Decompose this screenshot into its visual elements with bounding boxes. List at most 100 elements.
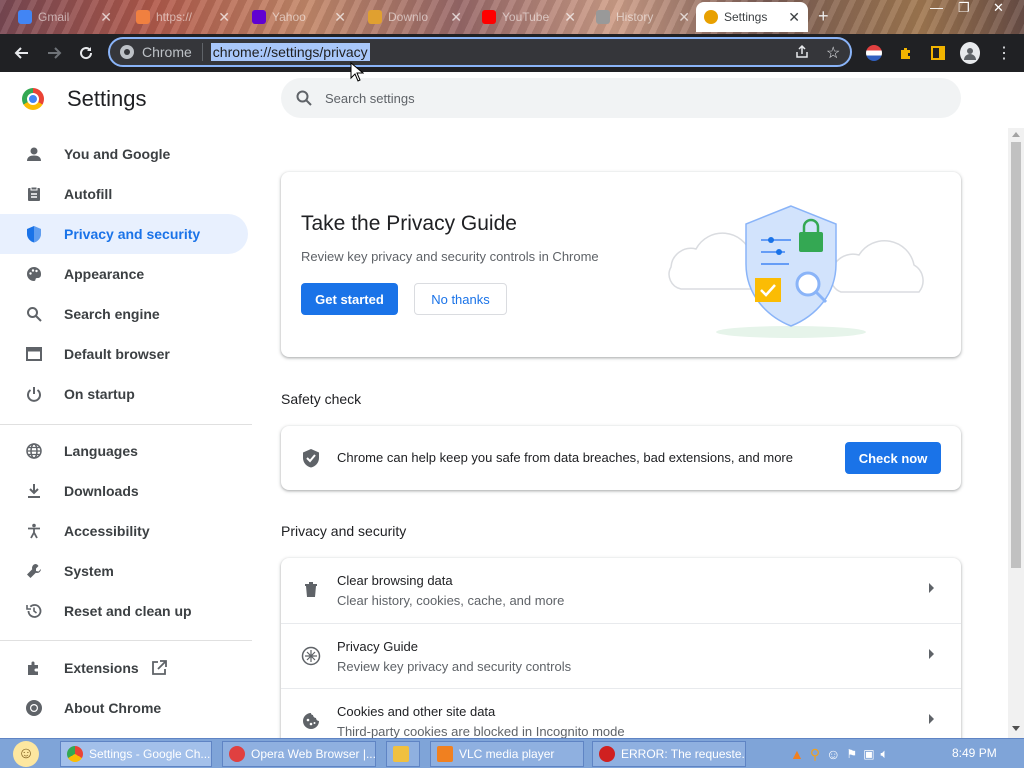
back-icon[interactable] — [12, 43, 32, 63]
privacy-settings-list: Clear browsing data Clear history, cooki… — [281, 558, 961, 738]
search-input[interactable]: Search settings — [281, 78, 961, 118]
taskbar-item-error[interactable]: ERROR: The requeste... — [592, 741, 746, 767]
tab-settings[interactable]: Settings ✕ — [696, 2, 808, 32]
star-icon[interactable]: ☆ — [826, 43, 840, 63]
sidebar-item-you-and-google[interactable]: You and Google — [0, 134, 248, 174]
list-item-cookies[interactable]: Cookies and other site data Third-party … — [281, 688, 961, 738]
sidebar-divider — [0, 424, 252, 425]
system-tray: ▲ ⚲ ☺ ⚑ ▣ 🔈︎ — [790, 741, 888, 767]
tab-yahoo[interactable]: Yahoo ✕ — [244, 2, 354, 32]
sidebar-divider — [0, 640, 252, 641]
emoji-tray-icon[interactable]: ☺ — [826, 746, 840, 762]
tab-label: YouTube — [502, 10, 550, 24]
palette-icon — [24, 264, 44, 284]
tab-label: Settings — [724, 10, 768, 24]
sidebar-item-autofill[interactable]: Autofill — [0, 174, 248, 214]
sidebar-item-label: Autofill — [64, 186, 113, 202]
chrome-icon — [120, 45, 134, 59]
list-item-subtitle: Review key privacy and security controls — [337, 659, 572, 674]
sidebar-icon[interactable] — [928, 43, 948, 63]
shield-icon — [24, 224, 44, 244]
close-icon[interactable]: ✕ — [450, 9, 462, 26]
sidebar-item-extensions[interactable]: Extensions — [0, 648, 248, 688]
check-now-button[interactable]: Check now — [845, 442, 941, 474]
sidebar-item-languages[interactable]: Languages — [0, 431, 248, 471]
close-icon[interactable]: ✕ — [334, 9, 346, 26]
page-scrollbar[interactable] — [1008, 128, 1024, 738]
sidebar-item-label: Privacy and security — [64, 226, 201, 242]
tab-label: Gmail — [38, 10, 70, 24]
list-item-title: Cookies and other site data — [337, 704, 496, 719]
taskbar-item-folder[interactable] — [386, 741, 420, 767]
wrench-icon — [24, 561, 44, 581]
sidebar-item-privacy-and-security[interactable]: Privacy and security — [0, 214, 248, 254]
tab-gmail[interactable]: Gmail ✕ — [10, 2, 120, 32]
extensions-puzzle-icon[interactable] — [896, 43, 916, 63]
window-close-icon[interactable]: ✕ — [993, 0, 1004, 16]
close-icon[interactable]: ✕ — [788, 9, 800, 26]
clipboard-icon — [24, 184, 44, 204]
sidebar-item-system[interactable]: System — [0, 551, 248, 591]
taskbar-item-chrome[interactable]: Settings - Google Ch... — [60, 741, 212, 767]
list-item-clear-browsing-data[interactable]: Clear browsing data Clear history, cooki… — [281, 558, 961, 623]
sidebar-item-appearance[interactable]: Appearance — [0, 254, 248, 294]
page-title: Settings — [67, 86, 147, 111]
close-icon[interactable]: ✕ — [678, 9, 690, 26]
no-thanks-button[interactable]: No thanks — [414, 283, 507, 315]
start-button[interactable]: ☺ — [4, 739, 48, 768]
sidebar-item-label: Appearance — [64, 266, 145, 282]
chrome-icon — [67, 746, 83, 762]
taskbar-item-opera[interactable]: Opera Web Browser |... — [222, 741, 376, 767]
share-icon[interactable] — [794, 44, 810, 65]
trash-icon — [301, 580, 321, 600]
close-icon[interactable]: ✕ — [218, 9, 230, 26]
reload-icon[interactable] — [76, 43, 96, 63]
list-item-title: Clear browsing data — [337, 573, 453, 588]
get-started-button[interactable]: Get started — [301, 283, 398, 315]
tab-https[interactable]: https:// ✕ — [128, 2, 238, 32]
site-chip[interactable]: Chrome — [120, 43, 203, 61]
history-icon — [24, 601, 44, 621]
avatar[interactable] — [960, 42, 980, 64]
sidebar-item-on-startup[interactable]: On startup — [0, 374, 248, 414]
sidebar-item-reset[interactable]: Reset and clean up — [0, 591, 248, 631]
site-icon — [136, 10, 150, 24]
taskbar-item-label: ERROR: The requeste... — [621, 747, 746, 761]
forward-icon[interactable] — [44, 43, 64, 63]
scroll-thumb[interactable] — [1011, 142, 1021, 568]
new-tab-button[interactable]: + — [818, 6, 829, 27]
sidebar-item-default-browser[interactable]: Default browser — [0, 334, 248, 374]
minimize-icon[interactable]: — — [930, 0, 943, 15]
menu-kebab-icon[interactable]: ⋮ — [994, 43, 1014, 63]
vlc-tray-icon[interactable]: ▲ — [790, 746, 804, 762]
taskbar-item-vlc[interactable]: VLC media player — [430, 741, 584, 767]
network-error-icon[interactable]: ⚑ — [846, 747, 857, 761]
chrome-icon — [24, 698, 44, 718]
sidebar-item-downloads[interactable]: Downloads — [0, 471, 248, 511]
tab-downloads[interactable]: Downlo ✕ — [360, 2, 470, 32]
youtube-icon — [482, 10, 496, 24]
shield-check-icon — [302, 448, 320, 473]
safety-check-text: Chrome can help keep you safe from data … — [337, 450, 793, 465]
sidebar-item-accessibility[interactable]: Accessibility — [0, 511, 248, 551]
restore-icon[interactable]: ❐ — [958, 0, 970, 16]
power-icon — [24, 384, 44, 404]
close-icon[interactable]: ✕ — [564, 9, 576, 26]
close-icon[interactable]: ✕ — [100, 9, 112, 26]
scroll-down-arrow[interactable] — [1012, 726, 1020, 731]
profile-flag-icon[interactable] — [864, 43, 884, 63]
sidebar-item-label: Search engine — [64, 306, 160, 322]
volume-icon[interactable]: 🔈︎ — [881, 746, 889, 762]
url-text[interactable]: chrome://settings/privacy — [210, 43, 370, 61]
tab-history[interactable]: History ✕ — [588, 2, 698, 32]
address-bar[interactable]: Chrome chrome://settings/privacy ☆ — [108, 37, 852, 67]
tab-label: Downlo — [388, 10, 429, 24]
privacy-guide-card: Take the Privacy Guide Review key privac… — [281, 172, 961, 357]
search-tray-icon[interactable]: ⚲ — [810, 746, 820, 763]
monitor-icon[interactable]: ▣ — [863, 747, 874, 761]
list-item-privacy-guide[interactable]: Privacy Guide Review key privacy and sec… — [281, 623, 961, 688]
scroll-up-arrow[interactable] — [1012, 132, 1020, 137]
tab-youtube[interactable]: YouTube ✕ — [474, 2, 584, 32]
sidebar-item-about-chrome[interactable]: About Chrome — [0, 688, 248, 728]
sidebar-item-search-engine[interactable]: Search engine — [0, 294, 248, 334]
